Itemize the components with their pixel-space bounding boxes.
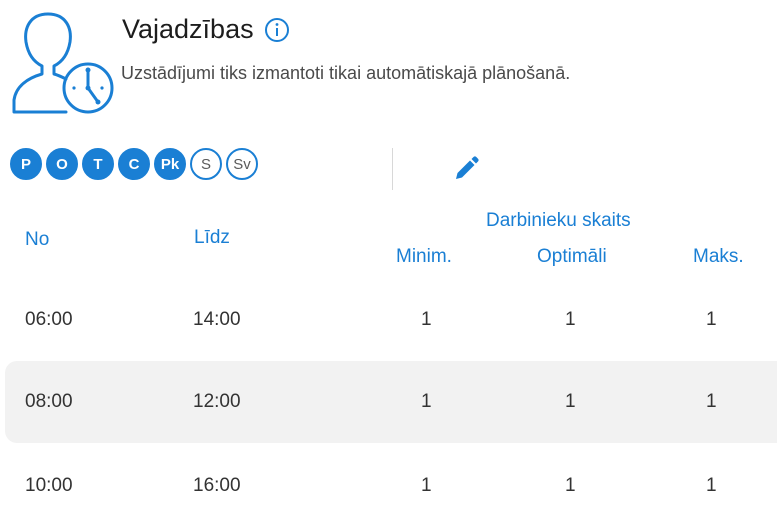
column-header-max: Maks.	[693, 246, 744, 267]
table-row[interactable]: 10:00 16:00 1 1 1	[5, 445, 777, 527]
cell-to: 16:00	[193, 475, 241, 496]
info-icon[interactable]	[264, 17, 290, 43]
column-header-optimal: Optimāli	[537, 246, 607, 267]
day-toggle-c[interactable]: C	[118, 148, 150, 180]
cell-min: 1	[421, 309, 432, 330]
column-header-min: Minim.	[396, 246, 452, 267]
page-subtitle: Uzstādījumi tiks izmantoti tikai automāt…	[121, 63, 571, 83]
cell-from: 10:00	[25, 475, 73, 496]
cell-to: 12:00	[193, 391, 241, 412]
cell-from: 08:00	[25, 391, 73, 412]
cell-to: 14:00	[193, 309, 241, 330]
day-toggle-sv[interactable]: Sv	[226, 148, 258, 180]
cell-optimal: 1	[565, 309, 576, 330]
title-row: Vajadzības	[122, 14, 290, 45]
day-toggle-s[interactable]: S	[190, 148, 222, 180]
cell-max: 1	[706, 475, 717, 496]
day-toggle-pk[interactable]: Pk	[154, 148, 186, 180]
cell-from: 06:00	[25, 309, 73, 330]
pencil-icon[interactable]	[452, 155, 480, 183]
cell-optimal: 1	[565, 391, 576, 412]
day-toggle-t[interactable]: T	[82, 148, 114, 180]
column-group-header: Darbinieku skaits	[486, 210, 631, 231]
cell-optimal: 1	[565, 475, 576, 496]
table-row[interactable]: 08:00 12:00 1 1 1	[5, 361, 777, 443]
day-toggle-p[interactable]: P	[10, 148, 42, 180]
cell-max: 1	[706, 391, 717, 412]
day-toggle-o[interactable]: O	[46, 148, 78, 180]
cell-max: 1	[706, 309, 717, 330]
weekday-selector: P O T C Pk S Sv	[10, 148, 258, 180]
column-header-from: No	[25, 229, 50, 250]
cell-min: 1	[421, 475, 432, 496]
page-title: Vajadzības	[122, 14, 254, 44]
person-clock-icon	[12, 12, 114, 114]
column-header-to: Līdz	[194, 227, 230, 248]
divider	[392, 148, 393, 190]
cell-min: 1	[421, 391, 432, 412]
table-row[interactable]: 06:00 14:00 1 1 1	[5, 279, 777, 361]
